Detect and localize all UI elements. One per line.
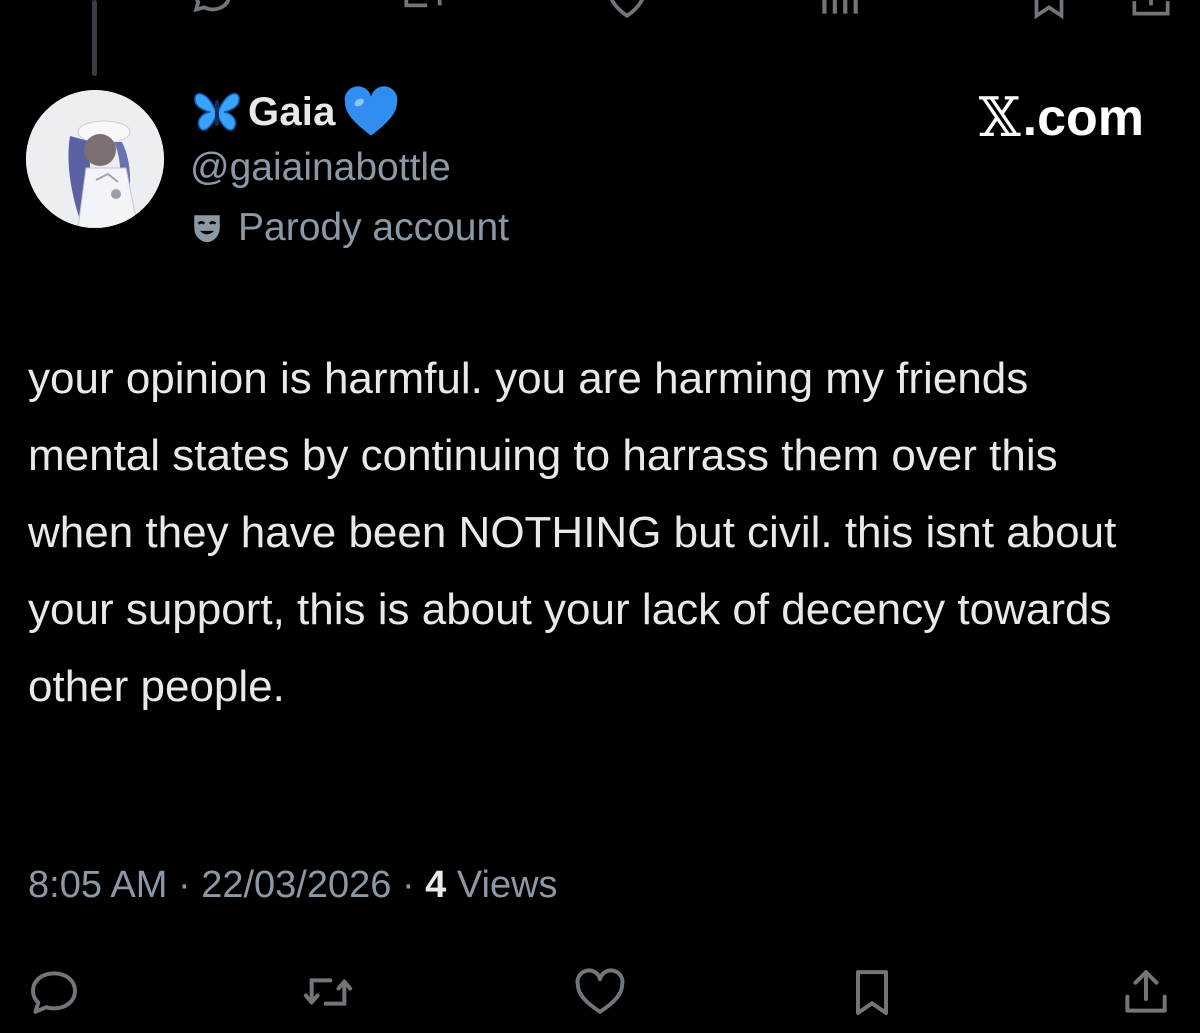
parody-label-row: Parody account (190, 206, 509, 250)
author-name-row[interactable]: Gaia (192, 86, 400, 138)
brand-domain: .com (1022, 88, 1144, 147)
views-count: 4 (425, 864, 447, 906)
theater-mask-icon (194, 215, 220, 243)
share-icon[interactable] (1126, 0, 1176, 20)
heart-icon (575, 968, 625, 1014)
retweet-icon[interactable] (398, 0, 448, 20)
bookmark-button[interactable] (842, 962, 902, 1022)
share-button[interactable] (1116, 962, 1176, 1022)
reply-button[interactable] (24, 962, 84, 1022)
parody-label: Parody account (238, 206, 510, 249)
share-icon (1125, 970, 1167, 1013)
retweet-button[interactable] (298, 962, 358, 1022)
tweet-actions (0, 962, 1200, 1022)
like-button[interactable] (570, 962, 630, 1022)
butterfly-emoji-icon (194, 92, 240, 131)
tweet-time[interactable]: 8:05 AM (28, 864, 167, 907)
tweet-text: your opinion is harmful. you are harming… (28, 354, 1117, 711)
blue-heart-emoji-icon (344, 86, 397, 136)
views-icon[interactable] (814, 0, 864, 20)
tweet-date[interactable]: 22/03/2026 (201, 864, 391, 907)
retweet-icon (303, 978, 353, 1006)
author-display-name[interactable]: Gaia (248, 90, 336, 135)
bookmark-icon (856, 970, 888, 1015)
thread-line (92, 0, 97, 76)
x-logo-icon: 𝕏 (978, 86, 1021, 149)
heart-icon[interactable] (602, 0, 652, 20)
bookmark-icon[interactable] (1024, 0, 1074, 20)
avatar[interactable] (26, 90, 164, 228)
reply-icon[interactable] (192, 0, 242, 20)
tweet-meta: 8:05 AM · 22/03/2026 · 4 Views (28, 864, 558, 907)
meta-separator: · (167, 864, 202, 906)
views-label: Views (446, 864, 558, 906)
author-handle[interactable]: @gaiainabottle (190, 146, 451, 190)
avatar-image (26, 90, 164, 228)
previous-tweet-actions (0, 0, 1200, 20)
meta-separator: · (391, 864, 426, 906)
reply-icon (31, 971, 77, 1014)
brand-logo: 𝕏 .com (979, 86, 1144, 149)
